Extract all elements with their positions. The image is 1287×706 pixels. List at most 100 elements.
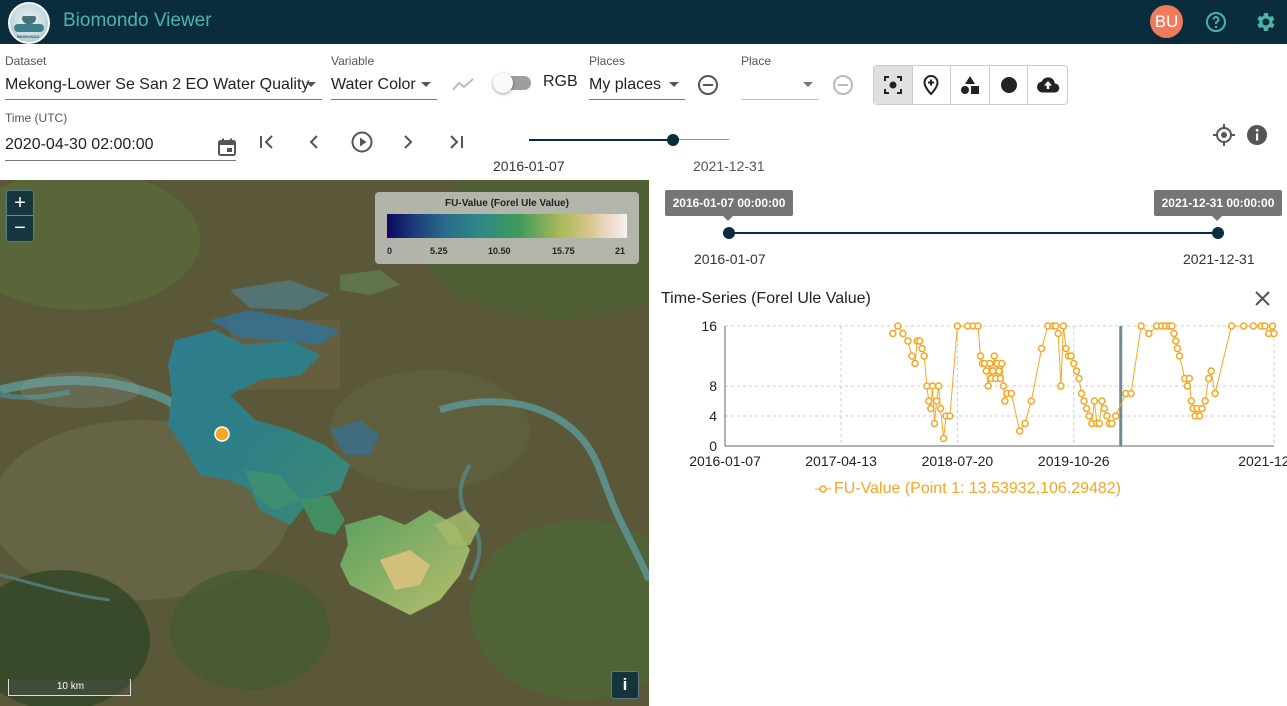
data-point [1059,322,1068,330]
color-legend: FU-Value (Forel Ule Value) 0 5.25 10.50 … [375,192,639,264]
data-point [934,382,943,390]
data-point [1027,397,1036,405]
app-logo: BIOMONDO [8,2,50,44]
data-point [976,352,985,360]
data-point [1145,329,1153,338]
remove-place-icon[interactable] [832,74,854,96]
data-point [911,359,919,368]
time-slider-rail[interactable] [673,139,729,140]
time-slider-track[interactable] [529,139,673,141]
timeseries-chart[interactable]: 0 4 8 16 2016-01-07 2017-04-13 2018-07-20 2019-… [660,318,1287,474]
add-point-button[interactable] [913,66,952,104]
user-avatar[interactable]: BU [1150,5,1183,38]
legend-tick: 5.25 [430,246,448,256]
logo-text: BIOMONDO [17,34,40,39]
data-point [995,367,1003,375]
series-line [892,324,1275,439]
data-point [932,397,941,405]
places-label: Places [589,54,626,68]
close-icon[interactable] [1254,290,1271,307]
legend-tick: 21 [615,246,626,256]
data-point [1001,397,1009,405]
data-point [946,412,954,420]
next-step-icon[interactable] [399,133,417,151]
focus-select-icon [883,76,902,94]
map-interaction-toolbar [873,65,1068,105]
variable-select[interactable]: Water Color [331,70,437,100]
data-point [1249,322,1258,330]
data-point [1173,344,1182,353]
data-point [899,329,907,338]
data-point [1183,382,1192,390]
place-marker[interactable] [214,426,230,442]
data-point [936,404,945,413]
data-point [986,359,994,368]
calendar-icon[interactable] [217,137,237,157]
settings-icon[interactable] [1253,10,1277,34]
draw-circle-button[interactable] [990,66,1029,104]
zoom-in-button[interactable]: + [7,191,33,216]
map-info-button[interactable]: i [611,671,639,699]
upload-button[interactable] [1028,66,1067,104]
draw-polygon-button[interactable] [951,66,990,104]
dataset-select[interactable]: Mekong-Lower Se San 2 EO Water Quality [5,70,322,100]
data-point [996,374,1005,383]
help-icon[interactable] [1204,10,1228,34]
x-tick-label: 2018-07-20 [922,453,994,469]
data-point [1037,344,1046,353]
dataset-value: Mekong-Lower Se San 2 EO Water Quality [5,75,310,93]
data-point [1268,322,1277,330]
data-point [1075,374,1083,383]
legend-colorbar [387,214,627,238]
place-select[interactable] [741,70,819,100]
places-select[interactable]: My places [589,70,685,100]
time-slider-thumb[interactable] [667,134,679,146]
first-step-icon[interactable] [257,133,277,151]
time-slider-start-label: 2016-01-07 [493,158,565,174]
data-point [982,367,991,375]
data-point [927,404,935,413]
last-step-icon[interactable] [446,133,466,151]
info-icon[interactable] [1246,124,1268,146]
play-icon[interactable] [350,130,374,154]
data-point [1170,329,1178,338]
data-point [1077,389,1086,398]
data-point [920,352,928,360]
data-point [1201,397,1209,405]
time-input[interactable]: 2020-04-30 02:00:00 [5,129,236,161]
data-point [999,382,1008,390]
select-tool-button[interactable] [874,66,913,104]
data-point [1207,367,1215,375]
data-point [1057,382,1065,390]
range-start-tooltip: 2016-01-07 00:00:00 [665,190,793,221]
app-title: Biomondo Viewer [63,10,212,31]
remove-places-icon[interactable] [697,74,719,96]
legend-tick: 10.50 [488,246,511,256]
previous-step-icon[interactable] [305,133,323,151]
legend-tick: 15.75 [552,246,575,256]
timeseries-chart-icon[interactable] [451,76,475,94]
y-tick-label: 8 [709,378,717,394]
data-point [915,337,924,345]
data-point [1021,419,1029,428]
data-point [889,329,897,338]
zoom-out-button[interactable]: − [7,216,33,241]
range-start-thumb[interactable] [723,227,735,239]
add-location-icon [923,74,939,96]
data-point [939,434,948,443]
data-point [974,322,982,330]
data-point [1175,352,1184,360]
timeseries-title: Time-Series (Forel Ule Value) [661,290,871,307]
range-end-thumb[interactable] [1212,227,1224,239]
x-tick-label: 2016-01-07 [689,453,761,469]
data-point [1085,412,1093,420]
range-slider-track[interactable] [729,232,1218,234]
data-point [1108,419,1116,428]
dataset-label: Dataset [5,54,47,68]
data-point [1069,359,1078,368]
zoom-control: + − [6,190,34,242]
places-value: My places [589,75,662,93]
data-point [1054,329,1062,338]
locate-icon[interactable] [1212,123,1236,147]
rgb-toggle[interactable] [493,73,513,93]
